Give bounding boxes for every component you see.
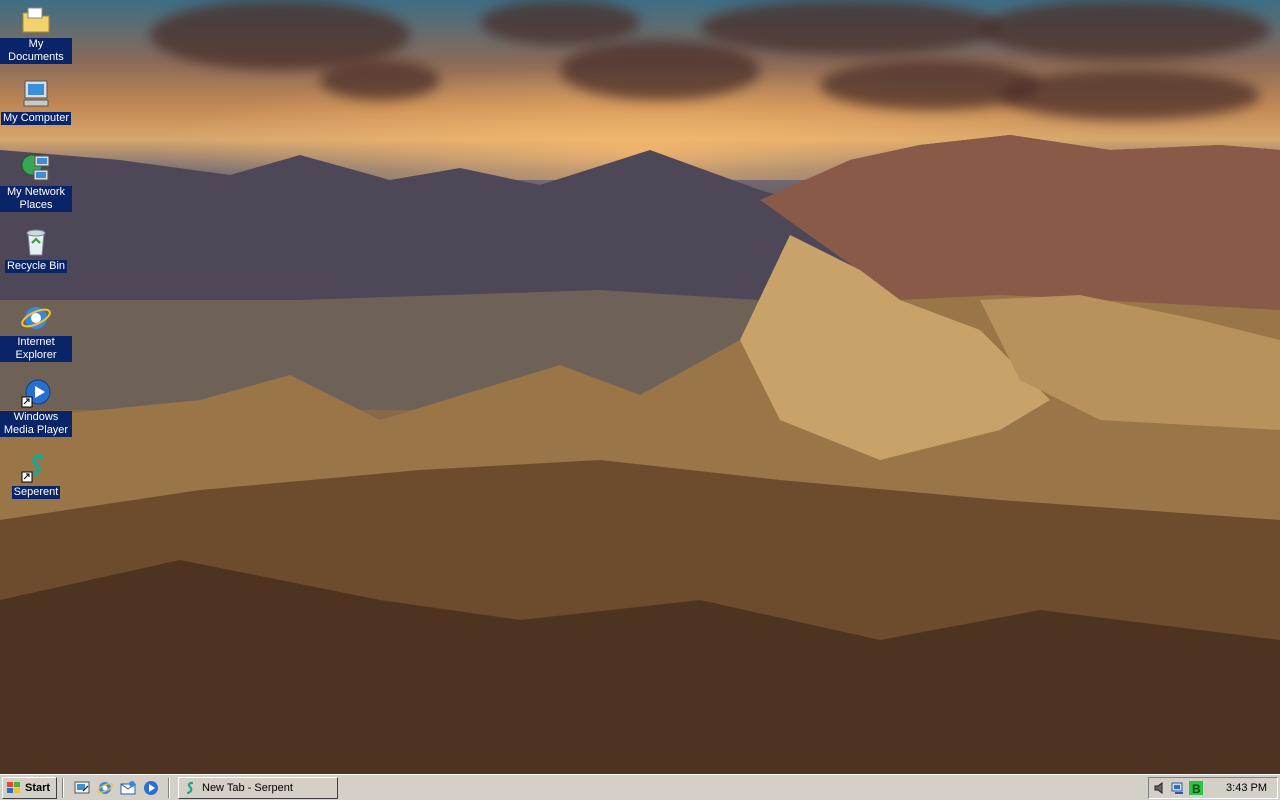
folder-documents-icon [20,4,52,36]
start-button[interactable]: Start [2,777,57,799]
internet-explorer-icon[interactable] [96,780,114,796]
taskbar-separator [62,778,64,798]
desktop-icon-label: Seperent [11,486,61,499]
clock[interactable]: 3:43 PM [1226,782,1267,794]
desktop-icon-label: Internet Explorer [0,336,72,362]
svg-text:B: B [1192,782,1201,795]
taskbar-window-label: New Tab - Serpent [202,782,293,794]
app-tray-icon[interactable]: B [1189,781,1203,796]
desktop-icon-label: My Documents [0,38,72,64]
desktop-wallpaper: My Documents My Computer My Network Plac… [0,0,1280,774]
desktop-icon-my-computer[interactable]: My Computer [0,78,72,125]
show-desktop-icon[interactable] [74,780,90,796]
network-icon[interactable] [1171,781,1185,795]
desktop-icon-label: Windows Media Player [0,411,72,437]
serpent-icon [20,452,52,484]
internet-explorer-icon [20,302,52,334]
desktop-icon-label: My Network Places [0,186,72,212]
windows-logo-icon [6,781,22,795]
volume-icon[interactable] [1153,781,1167,795]
desktop-icon-label: Recycle Bin [4,260,68,273]
outlook-express-icon[interactable] [120,780,136,796]
taskbar: Start New Tab - Serpent B 3:43 PM [0,774,1280,800]
start-label: Start [25,782,51,794]
taskbar-separator [168,778,170,798]
system-tray: B 3:43 PM [1148,777,1278,799]
recycle-bin-icon [20,226,52,258]
media-player-icon [20,377,52,409]
desktop-icon-internet-explorer[interactable]: Internet Explorer [0,302,72,362]
desktop-icon-my-network-places[interactable]: My Network Places [0,152,72,212]
network-places-icon [20,152,52,184]
serpent-icon [183,781,197,795]
computer-icon [20,78,52,110]
desktop-icon-recycle-bin[interactable]: Recycle Bin [0,226,72,273]
desktop-icon-windows-media-player[interactable]: Windows Media Player [0,377,72,437]
desktop-icon-seperent[interactable]: Seperent [0,452,72,499]
desktop-icon-my-documents[interactable]: My Documents [0,4,72,64]
media-player-icon[interactable] [143,780,159,796]
mountain-range [0,135,1280,774]
taskbar-window-button[interactable]: New Tab - Serpent [178,777,338,799]
desktop-icon-label: My Computer [0,112,72,125]
